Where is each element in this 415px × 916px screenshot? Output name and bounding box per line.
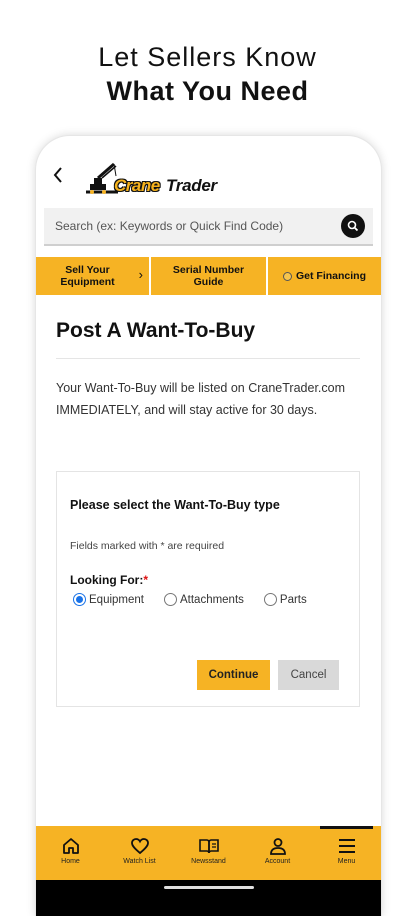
phone-frame: Crane Trader Search (ex: Keywords or Qui… xyxy=(36,136,381,916)
back-button[interactable] xyxy=(52,166,64,188)
radio-parts[interactable]: Parts xyxy=(263,593,307,606)
serial-line-1: Serial Number xyxy=(172,264,245,276)
home-icon xyxy=(62,838,79,854)
headline-line-1: Let Sellers Know xyxy=(98,42,317,72)
continue-button[interactable]: Continue xyxy=(197,660,270,690)
nav-menu-label: Menu xyxy=(337,858,356,865)
get-financing-label: Get Financing xyxy=(295,270,366,282)
search-input[interactable]: Search (ex: Keywords or Quick Find Code) xyxy=(44,219,341,233)
nav-account[interactable]: Account xyxy=(243,826,312,880)
looking-for-options: Equipment Attachments Parts xyxy=(73,593,327,606)
logo-word-crane: Crane xyxy=(114,176,160,195)
headline-line-2: What You Need xyxy=(106,76,309,106)
coin-icon xyxy=(282,271,292,281)
radio-attachments-label: Attachments xyxy=(179,593,244,606)
search-bar[interactable]: Search (ex: Keywords or Quick Find Code) xyxy=(44,208,373,246)
radio-parts-button[interactable] xyxy=(263,593,277,606)
looking-for-text: Looking For: xyxy=(70,573,144,587)
bottom-nav: Home Watch List Newsstand Account Menu xyxy=(36,826,381,880)
nav-watch-list[interactable]: Watch List xyxy=(105,826,174,880)
page-description: Your Want-To-Buy will be listed on Crane… xyxy=(56,381,346,417)
radio-attachments-button[interactable] xyxy=(163,593,177,606)
app-header: Crane Trader xyxy=(36,136,381,208)
cranetrader-logo[interactable]: Crane Trader xyxy=(84,162,234,198)
nav-menu[interactable]: Menu xyxy=(312,826,381,880)
heart-icon xyxy=(130,838,149,855)
page-title: Post A Want-To-Buy xyxy=(56,319,256,342)
book-icon xyxy=(198,839,219,854)
nav-newsstand[interactable]: Newsstand xyxy=(174,826,243,880)
sell-line-2: Equipment xyxy=(60,276,115,288)
promo-headline: Let Sellers Know What You Need xyxy=(0,40,415,108)
looking-for-label: Looking For:* xyxy=(70,573,148,587)
nav-account-label: Account xyxy=(264,858,291,865)
search-icon xyxy=(347,220,359,232)
required-star: * xyxy=(143,573,148,587)
radio-parts-label: Parts xyxy=(279,593,307,606)
want-to-buy-form: Please select the Want-To-Buy type Field… xyxy=(56,471,360,707)
nav-home-label: Home xyxy=(61,858,80,865)
serial-number-guide-button[interactable]: Serial Number Guide xyxy=(151,257,266,295)
sell-line-1: Sell Your xyxy=(65,264,110,276)
search-button[interactable] xyxy=(341,214,365,238)
form-heading: Please select the Want-To-Buy type xyxy=(70,498,280,512)
serial-line-2: Guide xyxy=(193,276,224,288)
required-note: Fields marked with * are required xyxy=(70,540,225,552)
nav-newsstand-label: Newsstand xyxy=(191,858,226,865)
cancel-button[interactable]: Cancel xyxy=(278,660,339,690)
chevron-left-icon xyxy=(53,167,62,183)
divider xyxy=(56,358,360,359)
hamburger-icon xyxy=(338,839,355,853)
radio-equipment-label: Equipment xyxy=(89,593,144,606)
nav-watch-list-label: Watch List xyxy=(123,858,156,865)
nav-home[interactable]: Home xyxy=(36,826,105,880)
logo-word-trader: Trader xyxy=(166,176,217,195)
chevron-right-icon: › xyxy=(138,267,143,282)
home-indicator[interactable] xyxy=(164,886,254,889)
sell-equipment-button[interactable]: Sell Your Equipment › xyxy=(36,257,149,295)
person-icon xyxy=(269,838,286,855)
radio-equipment-button[interactable] xyxy=(73,593,86,606)
get-financing-button[interactable]: Get Financing xyxy=(268,257,381,295)
sell-equipment-label: Sell Your Equipment xyxy=(60,264,114,288)
radio-equipment[interactable]: Equipment xyxy=(73,593,144,606)
serial-guide-label: Serial Number Guide xyxy=(173,264,244,288)
radio-attachments[interactable]: Attachments xyxy=(163,593,244,606)
quick-nav: Sell Your Equipment › Serial Number Guid… xyxy=(36,257,381,295)
